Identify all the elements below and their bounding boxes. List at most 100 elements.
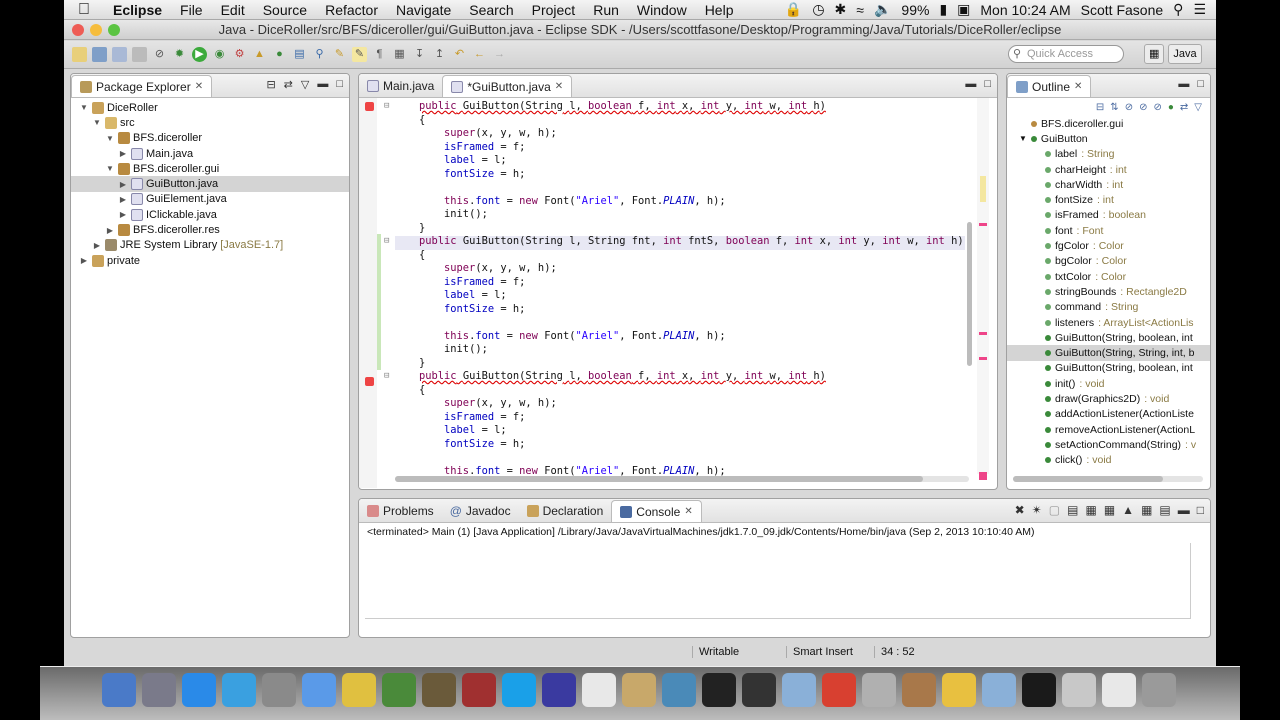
tree-item-folder[interactable]: ▶ private — [71, 253, 349, 268]
menu-help[interactable]: Help — [696, 2, 743, 18]
minimize-icon[interactable]: ▬ — [1178, 78, 1189, 90]
open-perspective-icon[interactable]: ▦ — [1144, 44, 1165, 64]
outline-field-item[interactable]: charWidth: int — [1007, 177, 1210, 192]
link-outline-icon[interactable]: ⇄ — [1180, 102, 1188, 113]
code-line[interactable]: public GuiButton(String l, boolean f, in… — [419, 100, 826, 114]
open-type-icon[interactable]: ▤ — [292, 47, 307, 62]
menu-refactor[interactable]: Refactor — [316, 2, 387, 18]
collapsed-arrow-icon[interactable]: ▶ — [118, 195, 128, 204]
outline-scrollbar-thumb[interactable] — [1013, 476, 1163, 482]
code-line[interactable]: isFramed = f; — [419, 411, 525, 425]
open-console-icon[interactable]: ▤ — [1159, 503, 1170, 517]
outline-field-item[interactable]: font: Font — [1007, 223, 1210, 238]
view-menu-icon[interactable]: ▽ — [301, 78, 309, 91]
outline-method-item[interactable]: init(): void — [1007, 376, 1210, 391]
tree-item-src[interactable]: ▼ src — [71, 115, 349, 130]
tab-console[interactable]: Console ✕ — [611, 500, 702, 522]
error-marker-icon[interactable] — [365, 377, 374, 386]
code-line[interactable]: this.font = new Font("Ariel", Font.PLAIN… — [419, 195, 726, 209]
expanded-arrow-icon[interactable]: ▼ — [105, 134, 115, 143]
volume-icon[interactable]: 🔈 — [874, 1, 891, 18]
tab-guibutton-java[interactable]: *GuiButton.java ✕ — [442, 75, 573, 97]
new-java-project-icon[interactable]: ▲ — [252, 47, 267, 62]
outline-type-item[interactable]: ▼ GuiButton — [1007, 131, 1210, 146]
battery-percent[interactable]: 99% — [901, 2, 929, 18]
preview-icon[interactable] — [622, 673, 656, 707]
outline-method-item[interactable]: GuiButton(String, boolean, int — [1007, 330, 1210, 345]
outline-method-item[interactable]: setActionCommand(String): v — [1007, 437, 1210, 452]
code-line[interactable]: init(); — [419, 208, 488, 222]
maximize-icon[interactable]: □ — [1197, 78, 1204, 90]
remove-all-terminated-icon[interactable]: ✴ — [1032, 503, 1042, 517]
horizontal-scrollbar-thumb[interactable] — [395, 476, 923, 482]
tree-item-file[interactable]: ▶ GuiElement.java — [71, 192, 349, 207]
toolbox-icon[interactable] — [422, 673, 456, 707]
minecraft-icon[interactable] — [382, 673, 416, 707]
expanded-arrow-icon[interactable]: ▼ — [92, 118, 102, 127]
overview-error-marker[interactable] — [979, 223, 987, 226]
search-toolbar-icon[interactable]: ⚲ — [312, 47, 327, 62]
chrome-icon[interactable] — [342, 673, 376, 707]
new-class-icon[interactable]: ● — [272, 47, 287, 62]
tab-declaration[interactable]: Declaration — [519, 500, 612, 522]
tab-javadoc[interactable]: @ Javadoc — [442, 500, 519, 522]
tree-item-package[interactable]: ▶ BFS.diceroller.res — [71, 222, 349, 237]
debug-icon[interactable]: ✹ — [172, 47, 187, 62]
collapsed-arrow-icon[interactable]: ▶ — [105, 226, 115, 235]
code-line[interactable]: fontSize = h; — [419, 438, 525, 452]
lock-icon[interactable]: 🔒 — [785, 1, 802, 18]
tree-item-file[interactable]: ▶ Main.java — [71, 146, 349, 161]
fold-icon[interactable]: ⊟ — [384, 371, 389, 381]
wifi-icon[interactable]: ≈ — [856, 2, 864, 18]
code-line[interactable]: } — [419, 357, 425, 371]
tree-item-package[interactable]: ▼ BFS.diceroller — [71, 131, 349, 146]
new-icon[interactable] — [72, 47, 87, 62]
hide-non-public-icon[interactable]: ⊘ — [1153, 102, 1161, 113]
occurrence-marker[interactable] — [980, 176, 986, 202]
outline-field-item[interactable]: txtColor: Color — [1007, 269, 1210, 284]
code-line[interactable]: isFramed = f; — [419, 276, 525, 290]
collapse-all-icon[interactable]: ⊟ — [1096, 102, 1104, 113]
outline-field-item[interactable]: fontSize: int — [1007, 192, 1210, 207]
itunes-icon[interactable] — [302, 673, 336, 707]
outline-field-item[interactable]: charHeight: int — [1007, 162, 1210, 177]
battery-icon[interactable]: ▮ — [939, 1, 947, 18]
presentation-icon[interactable] — [822, 673, 856, 707]
close-icon[interactable]: ✕ — [1074, 81, 1082, 92]
menu-app-name[interactable]: Eclipse — [104, 2, 171, 18]
outline-method-item[interactable]: removeActionListener(ActionL — [1007, 422, 1210, 437]
view-menu-icon[interactable]: ▽ — [1194, 102, 1202, 113]
show-when-stdout-icon[interactable]: ▦ — [1085, 503, 1096, 517]
minimize-window-icon[interactable] — [90, 24, 102, 36]
zoom-window-icon[interactable] — [108, 24, 120, 36]
tree-item-file-selected[interactable]: ▶ GuiButton.java — [71, 176, 349, 192]
code-line[interactable]: isFramed = f; — [419, 141, 525, 155]
outline-method-item[interactable]: click(): void — [1007, 453, 1210, 468]
external-tools-icon[interactable]: ⚙ — [232, 47, 247, 62]
menu-search[interactable]: Search — [460, 2, 522, 18]
dictionary-icon[interactable] — [462, 673, 496, 707]
block-selection-icon[interactable]: ▦ — [392, 47, 407, 62]
code-line[interactable]: label = l; — [419, 424, 507, 438]
maximize-icon[interactable]: □ — [984, 78, 991, 90]
tree-item-file[interactable]: ▶ IClickable.java — [71, 207, 349, 222]
safari-icon[interactable] — [222, 673, 256, 707]
collapsed-arrow-icon[interactable]: ▶ — [118, 210, 128, 219]
textedit-icon[interactable] — [582, 673, 616, 707]
show-when-stderr-icon[interactable]: ▦ — [1104, 503, 1115, 517]
tree-item-project[interactable]: ▼ DiceRoller — [71, 100, 349, 115]
calculator-icon[interactable] — [862, 673, 896, 707]
code-line[interactable]: super(x, y, w, h); — [419, 262, 557, 276]
menubar-clock[interactable]: Mon 10:24 AM — [980, 2, 1070, 18]
menu-run[interactable]: Run — [584, 2, 628, 18]
menu-edit[interactable]: Edit — [212, 2, 254, 18]
outline-field-item[interactable]: stringBounds: Rectangle2D — [1007, 284, 1210, 299]
code-line[interactable]: init(); — [419, 343, 488, 357]
printer-icon[interactable] — [1062, 673, 1096, 707]
code-line[interactable]: { — [419, 249, 425, 263]
eclipse-icon[interactable] — [542, 673, 576, 707]
collapsed-arrow-icon[interactable]: ▶ — [118, 180, 128, 189]
quick-access-field[interactable]: ⚲ Quick Access — [1008, 45, 1124, 63]
code-line[interactable]: public GuiButton(String l, String fnt, i… — [419, 235, 964, 249]
save-icon[interactable] — [92, 47, 107, 62]
